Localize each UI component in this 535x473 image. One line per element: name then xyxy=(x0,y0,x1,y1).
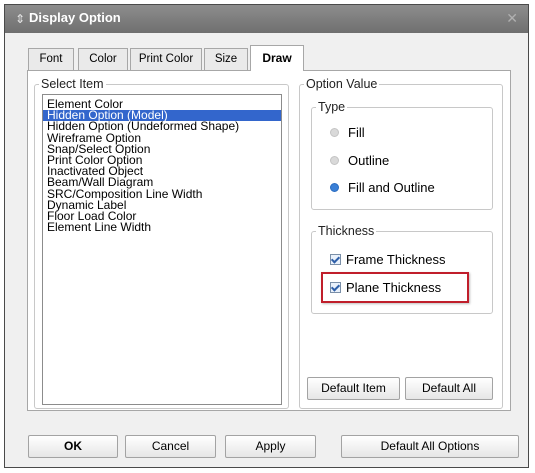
radio-fill-and-outline-label: Fill and Outline xyxy=(348,179,435,195)
thickness-legend: Thickness xyxy=(318,224,375,238)
frame-thickness-checkbox[interactable]: Frame Thickness xyxy=(330,250,445,268)
radio-fill-and-outline[interactable]: Fill and Outline xyxy=(330,178,435,196)
title-bar[interactable]: ⇕ Display Option ✕ xyxy=(5,5,528,33)
select-item-legend: Select Item xyxy=(41,77,104,91)
tab-size[interactable]: Size xyxy=(204,48,248,70)
select-item-listbox[interactable]: Element Color Hidden Option (Model) Hidd… xyxy=(42,94,282,405)
tab-font[interactable]: Font xyxy=(28,48,74,70)
radio-fill-and-outline-indicator[interactable] xyxy=(330,182,339,192)
default-all-options-button[interactable]: Default All Options xyxy=(341,435,519,458)
radio-outline-indicator[interactable] xyxy=(330,155,339,165)
default-all-button[interactable]: Default All xyxy=(405,377,493,400)
default-item-button[interactable]: Default Item xyxy=(307,377,400,400)
frame-thickness-check-icon[interactable] xyxy=(330,253,341,265)
frame-thickness-label: Frame Thickness xyxy=(346,251,446,267)
type-legend: Type xyxy=(318,100,346,114)
radio-fill[interactable]: Fill xyxy=(330,123,365,141)
tab-draw[interactable]: Draw xyxy=(250,45,304,71)
cancel-button[interactable]: Cancel xyxy=(125,435,216,458)
tab-print-color[interactable]: Print Color xyxy=(130,48,202,70)
apply-button[interactable]: Apply xyxy=(225,435,316,458)
close-icon[interactable]: ✕ xyxy=(506,11,518,27)
radio-fill-label: Fill xyxy=(348,124,365,140)
list-item[interactable]: Element Line Width xyxy=(43,221,281,233)
radio-outline[interactable]: Outline xyxy=(330,151,389,169)
radio-outline-label: Outline xyxy=(348,152,390,168)
ok-button[interactable]: OK xyxy=(28,435,118,458)
plane-thickness-highlight xyxy=(321,272,469,303)
option-value-legend: Option Value xyxy=(306,77,378,91)
window-icon: ⇕ xyxy=(15,12,26,26)
radio-fill-indicator[interactable] xyxy=(330,127,339,137)
tab-color[interactable]: Color xyxy=(78,48,128,70)
dialog-title: Display Option xyxy=(29,10,121,25)
